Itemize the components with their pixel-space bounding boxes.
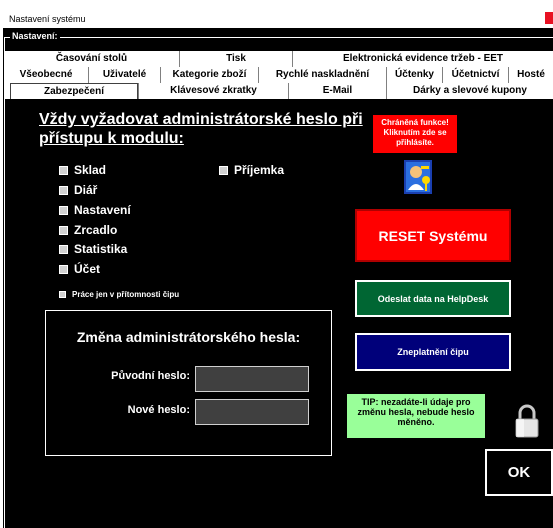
protected-login-link[interactable]: Chráněná funkce! Kliknutím zde se přihlá…	[373, 115, 457, 153]
frame-border-left	[4, 37, 5, 528]
checkbox-account[interactable]: Účet	[59, 262, 100, 276]
tab-row-1: Časování stolů Tisk Elektronická evidenc…	[4, 51, 553, 67]
tab-receipts[interactable]: Účtenky	[386, 67, 442, 83]
checkbox-chip-only[interactable]: Práce jen v přítomnosti čipu	[59, 290, 179, 299]
checkbox-box[interactable]	[59, 225, 68, 235]
tab-quick-stock[interactable]: Rychlé naskladnění	[258, 67, 386, 83]
checkbox-box[interactable]	[59, 244, 68, 254]
tab-guests[interactable]: Hosté	[508, 67, 553, 83]
checkbox-box[interactable]	[59, 185, 68, 195]
checkbox-stock[interactable]: Sklad	[59, 163, 106, 177]
checkbox-label: Zrcadlo	[74, 223, 118, 237]
new-password-label: Nové heslo:	[127, 404, 190, 416]
tab-eet[interactable]: Elektronická evidence tržeb - EET	[292, 51, 553, 67]
invalidate-chip-button[interactable]: Zneplatnění čipu	[355, 333, 511, 371]
checkbox-label: Nastavení	[74, 203, 131, 217]
send-helpdesk-button[interactable]: Odeslat data na HelpDesk	[355, 280, 511, 317]
title-bar: Nastavení systému	[0, 0, 553, 28]
ok-button[interactable]: OK	[485, 449, 553, 496]
old-password-field[interactable]	[195, 366, 309, 392]
checkbox-statistics[interactable]: Statistika	[59, 242, 127, 256]
checkbox-label: Diář	[74, 183, 98, 197]
checkbox-label: Sklad	[74, 163, 107, 177]
user-key-icon[interactable]	[404, 160, 432, 194]
tab-categories[interactable]: Kategorie zboží	[160, 67, 258, 83]
tab-gifts-coupons[interactable]: Dárky a slevové kupony	[386, 83, 553, 99]
checkbox-box[interactable]	[59, 264, 68, 274]
tip-box: TIP: nezadáte-li údaje pro změnu hesla, …	[347, 394, 485, 438]
tab-users[interactable]: Uživatelé	[88, 67, 160, 83]
checkbox-box[interactable]	[59, 205, 68, 215]
tab-row-3: Zabezpečení Klávesové zkratky E-Mail Dár…	[4, 83, 553, 99]
checkbox-box[interactable]	[59, 291, 66, 298]
tab-row-2: Všeobecné Uživatelé Kategorie zboží Rych…	[4, 67, 553, 83]
checkbox-receipt[interactable]: Příjemka	[219, 163, 284, 177]
tab-accounting[interactable]: Účetnictví	[442, 67, 508, 83]
checkbox-box[interactable]	[219, 165, 228, 175]
checkbox-label: Příjemka	[234, 163, 285, 177]
password-panel-title: Změna administrátorského hesla:	[76, 329, 301, 345]
tab-email[interactable]: E-Mail	[288, 83, 386, 99]
checkbox-label: Statistika	[74, 242, 128, 256]
checkbox-label: Práce jen v přítomnosti čipu	[72, 290, 180, 299]
tab-print[interactable]: Tisk	[179, 51, 292, 67]
security-heading: Vždy vyžadovat administrátorské heslo př…	[39, 111, 363, 147]
checkbox-mirror[interactable]: Zrcadlo	[59, 223, 117, 237]
frame-border-top	[4, 37, 553, 38]
close-icon[interactable]	[545, 12, 553, 24]
lock-icon	[515, 404, 539, 438]
tab-table-timing[interactable]: Časování stolů	[4, 51, 179, 67]
old-password-label: Původní heslo:	[111, 370, 190, 382]
tab-shortcuts[interactable]: Klávesové zkratky	[138, 83, 288, 99]
new-password-field[interactable]	[195, 399, 309, 425]
checkbox-diary[interactable]: Diář	[59, 183, 97, 197]
tab-security[interactable]: Zabezpečení	[10, 83, 138, 99]
checkbox-label: Účet	[74, 262, 101, 276]
checkbox-box[interactable]	[59, 165, 68, 175]
reset-system-button[interactable]: RESET Systému	[355, 209, 511, 262]
tab-general[interactable]: Všeobecné	[4, 67, 88, 83]
window-title: Nastavení systému	[9, 14, 86, 24]
frame-label: Nastavení:	[10, 31, 60, 42]
checkbox-settings[interactable]: Nastavení	[59, 203, 131, 217]
